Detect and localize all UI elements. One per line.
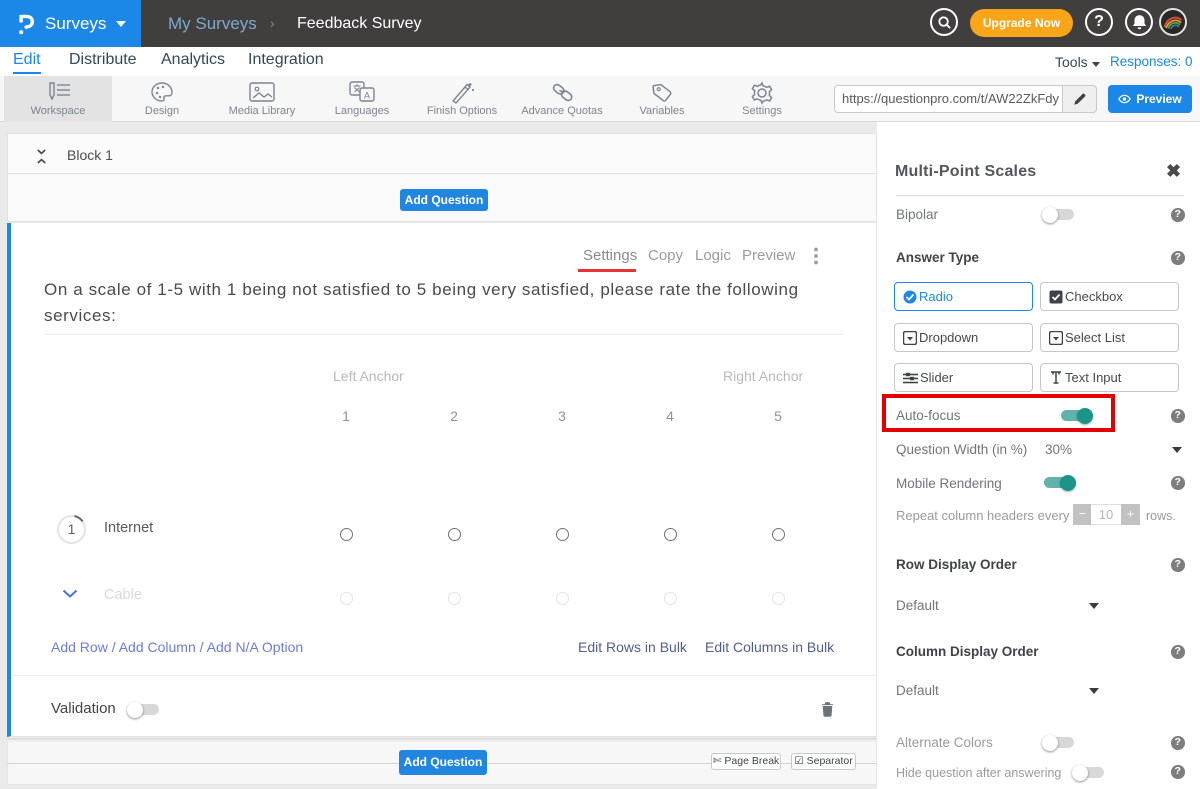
svg-text:A: A [364,91,370,101]
